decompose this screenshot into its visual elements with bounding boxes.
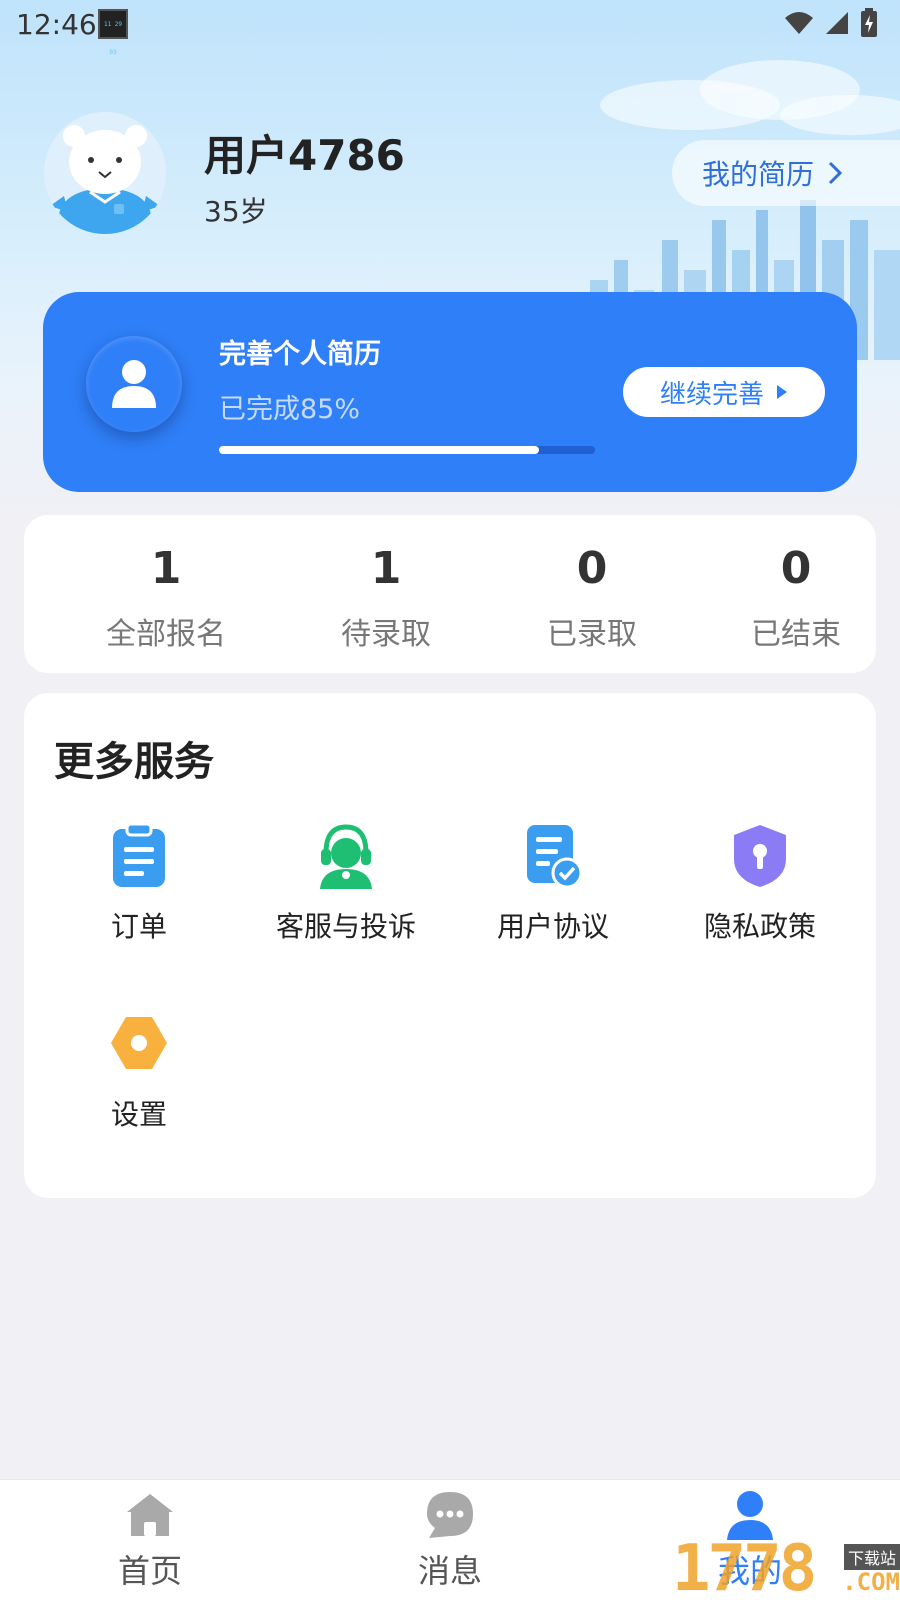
wifi-icon [785, 12, 813, 34]
application-stats-card: 1 全部报名 1 待录取 0 已录取 0 已结束 [24, 515, 876, 673]
nav-home[interactable]: 首页 [50, 1480, 250, 1600]
service-privacy-policy[interactable]: 隐私政策 [670, 823, 850, 963]
stat-admitted[interactable]: 0 已录取 [502, 515, 682, 673]
shield-lock-icon [734, 825, 786, 887]
service-orders[interactable]: 订单 [49, 823, 229, 963]
stat-label: 全部报名 [106, 617, 226, 652]
user-name: 用户4786 [204, 131, 405, 180]
my-resume-label: 我的简历 [702, 158, 815, 191]
nav-label: 消息 [417, 1552, 482, 1590]
stat-ended[interactable]: 0 已结束 [706, 515, 886, 673]
service-label: 用户协议 [496, 910, 609, 943]
avatar[interactable] [44, 112, 166, 234]
stat-label: 已结束 [751, 617, 841, 652]
service-settings[interactable]: 设置 [49, 1011, 229, 1151]
stat-value: 0 [780, 543, 812, 594]
service-label: 设置 [110, 1098, 167, 1131]
status-time: 12:46 [16, 8, 97, 41]
stat-value: 0 [576, 543, 608, 594]
more-services-card: 更多服务 订单 客服与投诉 用户协议 隐私政策 设置 [24, 693, 876, 1198]
nav-label: 首页 [117, 1552, 182, 1590]
bear-avatar-icon [50, 125, 160, 234]
my-resume-button[interactable]: 我的简历 [672, 140, 900, 206]
services-title: 更多服务 [54, 739, 214, 785]
message-icon [427, 1492, 473, 1538]
completion-progress-fill [219, 446, 539, 454]
play-triangle-icon [777, 385, 787, 399]
stat-label: 已录取 [547, 617, 637, 652]
stat-pending-admission[interactable]: 1 待录取 [296, 515, 476, 673]
hexagon-gear-icon [111, 1017, 167, 1069]
service-user-agreement[interactable]: 用户协议 [463, 823, 643, 963]
clipboard-icon [113, 823, 165, 887]
complete-resume-title: 完善个人简历 [219, 339, 381, 370]
headset-agent-icon [320, 824, 372, 889]
battery-icon [861, 8, 877, 37]
service-customer-support[interactable]: 客服与投诉 [256, 823, 436, 963]
completion-progress-bar [219, 446, 595, 454]
stat-value: 1 [150, 543, 182, 594]
person-avatar-icon [86, 336, 182, 432]
watermark-suffix: .COM [842, 1568, 900, 1596]
service-label: 隐私政策 [703, 910, 816, 943]
nav-messages[interactable]: 消息 [350, 1480, 550, 1600]
stat-value: 1 [370, 543, 402, 594]
continue-complete-button[interactable]: 继续完善 [623, 367, 825, 417]
stat-label: 待录取 [341, 617, 431, 652]
completion-percent: 已完成85% [219, 394, 361, 425]
watermark-text: 1778 [672, 1532, 817, 1600]
watermark-badge: 下载站 [843, 1544, 900, 1570]
continue-complete-label: 继续完善 [659, 379, 764, 410]
status-bar: 12:46 11 29 03 [0, 0, 900, 56]
user-age: 35岁 [204, 195, 268, 228]
signal-icon [826, 12, 848, 34]
service-label: 客服与投诉 [275, 910, 416, 943]
chevron-right-icon [828, 161, 843, 185]
complete-resume-card[interactable]: 完善个人简历 已完成85% 继续完善 [43, 292, 857, 492]
site-watermark: 1778 下载站 .COM [672, 1532, 900, 1600]
home-icon [127, 1494, 173, 1536]
notification-thumbnail: 11 29 03 [98, 9, 128, 56]
service-label: 订单 [110, 910, 167, 943]
stat-all-applications[interactable]: 1 全部报名 [76, 515, 256, 673]
document-check-icon [527, 825, 583, 889]
